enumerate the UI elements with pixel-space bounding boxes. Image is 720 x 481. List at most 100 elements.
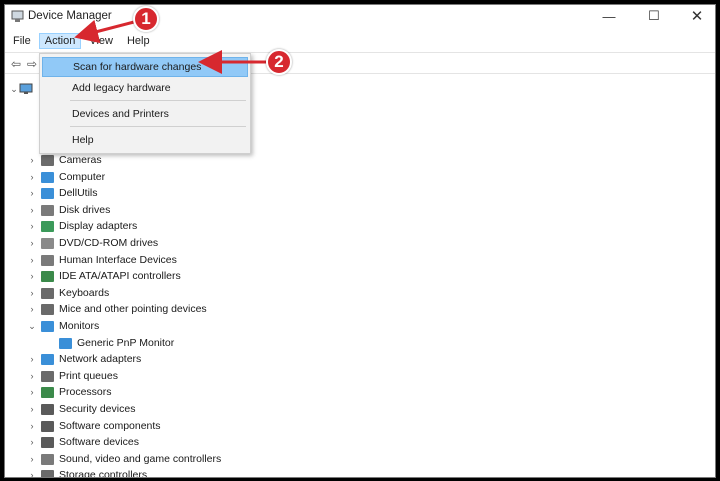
device-category-icon	[41, 370, 54, 382]
device-category-icon	[41, 353, 54, 365]
menu-item-add-legacy-hardware[interactable]: Add legacy hardware	[42, 78, 248, 98]
tree-item-label: Print queues	[59, 370, 118, 382]
tree-item[interactable]: › DVD/CD-ROM drives	[27, 235, 159, 251]
minimize-button[interactable]: —	[587, 5, 631, 27]
menu-item-label: Devices and Printers	[72, 108, 169, 120]
tree-item-label: Sound, video and game controllers	[59, 453, 222, 465]
tree-item[interactable]: › Processors	[27, 384, 112, 400]
menu-item-label: Help	[72, 134, 94, 146]
tree-item-label: Monitors	[59, 320, 100, 332]
tree-item[interactable]: › Cameras	[27, 152, 102, 168]
device-category-icon	[41, 386, 54, 398]
expand-icon[interactable]: ›	[27, 155, 37, 165]
tree-item-label: Human Interface Devices	[59, 254, 177, 266]
tree-item[interactable]: › Software devices	[27, 434, 139, 450]
tree-item[interactable]: › Mice and other pointing devices	[27, 301, 207, 317]
forward-arrow-icon[interactable]: ⇨	[27, 57, 37, 71]
menu-separator	[70, 126, 246, 127]
expand-icon[interactable]: ›	[27, 437, 37, 447]
menu-item-scan-for-hardware-changes[interactable]: Scan for hardware changes	[42, 57, 248, 77]
title-bar: Device Manager — ☐ ✕	[5, 5, 715, 29]
close-button[interactable]: ✕	[675, 5, 715, 27]
expand-icon[interactable]: ›	[27, 421, 37, 431]
tree-item-label: Software components	[59, 420, 161, 432]
tree-item-label: DVD/CD-ROM drives	[59, 237, 159, 249]
expand-icon[interactable]: ›	[27, 387, 37, 397]
tree-item-label: Keyboards	[59, 287, 110, 299]
device-manager-icon	[11, 10, 24, 22]
menu-file[interactable]: File	[7, 33, 37, 49]
expand-icon[interactable]: ›	[27, 255, 37, 265]
tree-item-label: Network adapters	[59, 353, 142, 365]
menu-bar: File Action View Help	[5, 31, 715, 51]
tree-item[interactable]: ⌄ Monitors	[27, 318, 99, 334]
tree-item-label: IDE ATA/ATAPI controllers	[59, 270, 181, 282]
expand-icon[interactable]: ›	[27, 288, 37, 298]
back-arrow-icon[interactable]: ⇦	[11, 57, 21, 71]
tree-item-label: Cameras	[59, 154, 102, 166]
tree-item[interactable]: › Display adapters	[27, 218, 138, 234]
computer-icon	[19, 83, 33, 94]
menu-view[interactable]: View	[83, 33, 119, 49]
device-category-icon	[41, 187, 54, 199]
tree-item[interactable]: › Sound, video and game controllers	[27, 451, 222, 467]
device-category-icon	[41, 254, 54, 266]
tree-root[interactable]: ⌄	[9, 83, 33, 95]
device-category-icon	[41, 154, 54, 166]
tree-item[interactable]: › Disk drives	[27, 202, 111, 218]
tree-item[interactable]: › IDE ATA/ATAPI controllers	[27, 268, 181, 284]
tree-item[interactable]: › Storage controllers	[27, 467, 148, 478]
tree-item-label: Storage controllers	[59, 469, 148, 478]
monitor-icon	[59, 337, 72, 349]
menu-item-devices-and-printers[interactable]: Devices and Printers	[42, 104, 248, 124]
tree-item-label: Processors	[59, 386, 112, 398]
device-category-icon	[41, 204, 54, 216]
expand-icon[interactable]: ›	[27, 205, 37, 215]
expand-icon[interactable]: ›	[27, 238, 37, 248]
device-category-icon	[41, 453, 54, 465]
tree-child-item[interactable]: Generic PnP Monitor	[59, 335, 174, 351]
expand-icon[interactable]: ›	[27, 354, 37, 364]
expand-icon[interactable]: ›	[27, 454, 37, 464]
tree-item[interactable]: › Network adapters	[27, 351, 142, 367]
expand-icon[interactable]: ›	[27, 304, 37, 314]
expand-icon[interactable]: ›	[27, 221, 37, 231]
menu-action[interactable]: Action	[38, 33, 82, 49]
tree-item[interactable]: › Security devices	[27, 401, 136, 417]
expand-icon[interactable]: ›	[27, 470, 37, 477]
device-category-icon	[41, 436, 54, 448]
menu-help[interactable]: Help	[121, 33, 156, 49]
tree-item[interactable]: › DellUtils	[27, 185, 98, 201]
collapse-icon[interactable]: ⌄	[9, 84, 19, 95]
device-category-icon	[41, 220, 54, 232]
step-badge-2: 2	[266, 49, 292, 75]
expand-icon[interactable]: ›	[27, 271, 37, 281]
action-menu: Scan for hardware changes Add legacy har…	[39, 53, 251, 154]
device-category-icon	[41, 287, 54, 299]
step-badge-1: 1	[133, 6, 159, 32]
tree-item-label: Generic PnP Monitor	[77, 337, 175, 349]
expand-icon[interactable]: ›	[27, 188, 37, 198]
tree-item-label: Security devices	[59, 403, 136, 415]
device-category-icon	[41, 469, 54, 477]
collapse-icon[interactable]: ⌄	[27, 321, 37, 332]
expand-icon[interactable]: ›	[27, 172, 37, 182]
tree-item-label: Computer	[59, 171, 106, 183]
device-category-icon	[41, 237, 54, 249]
menu-item-label: Add legacy hardware	[72, 82, 171, 94]
tree-item[interactable]: › Computer	[27, 169, 106, 185]
tree-item[interactable]: › Keyboards	[27, 285, 110, 301]
device-category-icon	[41, 403, 54, 415]
maximize-button[interactable]: ☐	[632, 5, 676, 27]
expand-icon[interactable]: ›	[27, 371, 37, 381]
expand-icon[interactable]: ›	[27, 404, 37, 414]
tree-item[interactable]: › Software components	[27, 418, 161, 434]
menu-item-label: Scan for hardware changes	[73, 61, 202, 73]
tree-item[interactable]: › Print queues	[27, 368, 118, 384]
tree-item[interactable]: › Human Interface Devices	[27, 252, 177, 268]
menu-item-help[interactable]: Help	[42, 130, 248, 150]
window-title: Device Manager	[28, 10, 112, 22]
device-manager-window: Device Manager — ☐ ✕ File Action View He…	[4, 4, 716, 478]
device-category-icon	[41, 171, 54, 183]
tree-item-label: Display adapters	[59, 220, 138, 232]
